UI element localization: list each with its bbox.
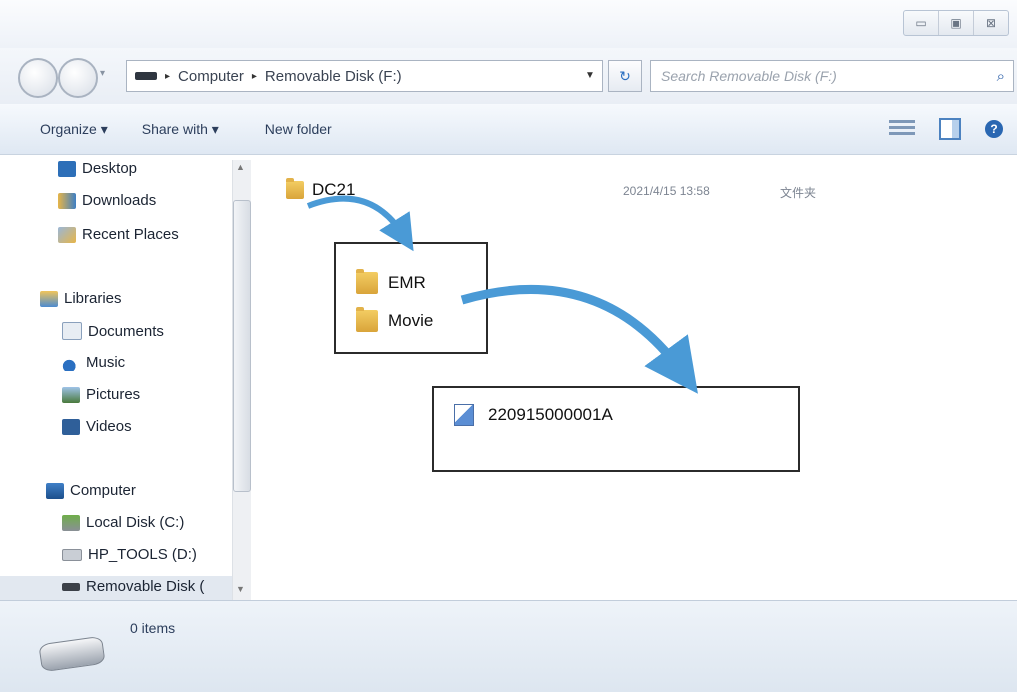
- navigation-arrows: [306, 195, 698, 394]
- arrow-to-subfolders: [306, 195, 414, 252]
- details-pane: [0, 600, 1017, 692]
- arrow-to-file: [460, 285, 698, 394]
- item-count: 0 items: [130, 620, 176, 636]
